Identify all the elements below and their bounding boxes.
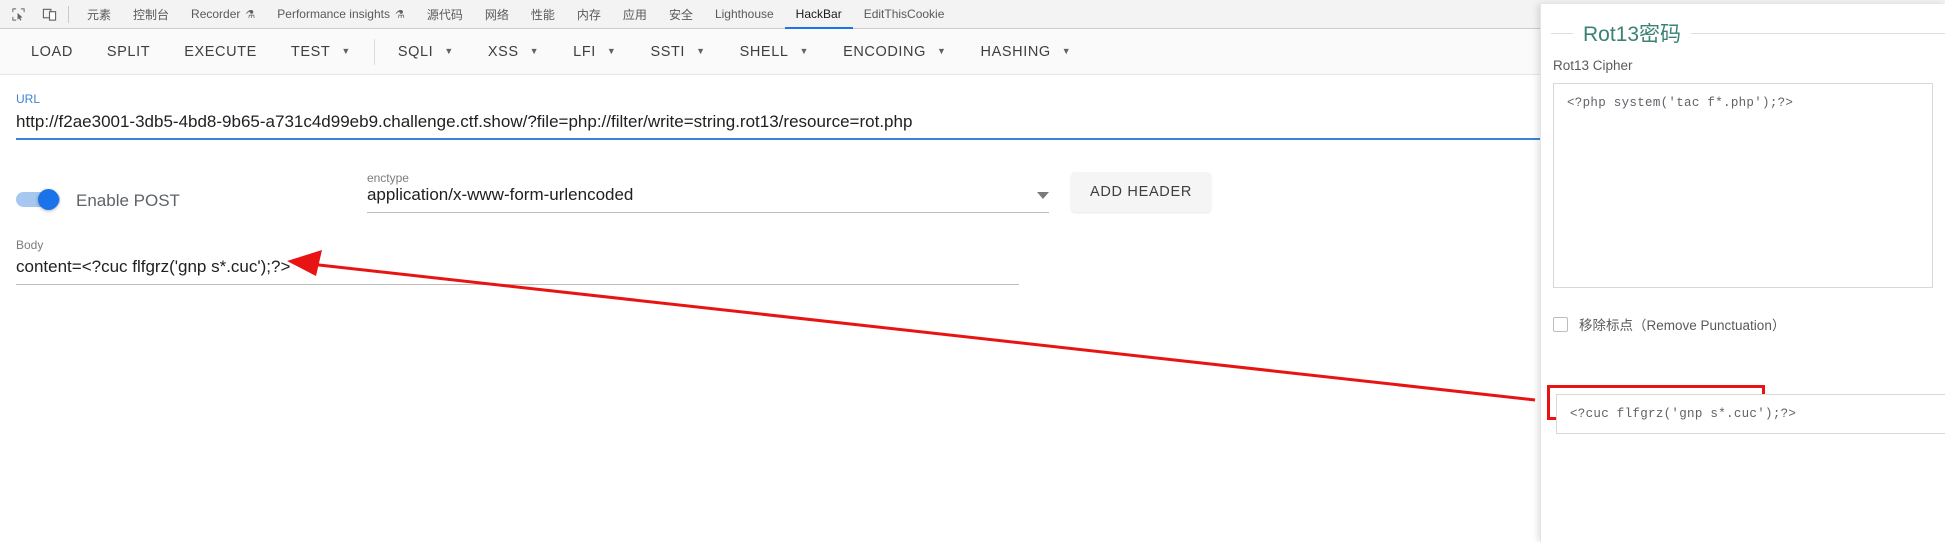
experiment-flask-icon: ⚗	[245, 8, 256, 21]
enctype-field-group: enctype application/x-www-form-urlencode…	[366, 171, 1049, 213]
hackbar-load-button[interactable]: LOAD	[14, 35, 90, 69]
chevron-down-icon: ▼	[606, 46, 617, 56]
devtools-tab-label: 应用	[622, 7, 647, 22]
hackbar-sqli-menu[interactable]: SQLI ▼	[381, 35, 471, 69]
devtools-tab-label: Recorder	[191, 7, 241, 21]
header-rule-left	[1551, 32, 1573, 34]
inspect-element-glyph	[11, 7, 25, 21]
rot13-panel-header: Rot13密码	[1541, 4, 1945, 48]
enctype-selected-value: application/x-www-form-urlencoded	[366, 185, 634, 204]
devtools-tab-label: 源代码	[426, 7, 463, 22]
remove-punctuation-label: 移除标点（Remove Punctuation）	[1579, 318, 1786, 333]
button-label: SPLIT	[106, 43, 151, 60]
chevron-down-icon: ▼	[696, 46, 706, 56]
button-label: SHELL	[739, 43, 789, 60]
experiment-flask-icon: ⚗	[394, 8, 405, 21]
button-label: ENCODING	[843, 43, 927, 60]
button-label: EXECUTE	[184, 43, 257, 60]
button-label: LFI	[573, 43, 596, 60]
remove-punctuation-checkbox[interactable]	[1553, 316, 1568, 332]
header-rule-right	[1691, 32, 1945, 34]
body-field-group: Body content=<?cuc flfgrz('gnp s*.cuc');…	[16, 238, 1019, 285]
enctype-select[interactable]: application/x-www-form-urlencoded	[367, 185, 1049, 205]
devtools-tab-label: Lighthouse	[714, 7, 774, 21]
hackbar-execute-button[interactable]: EXECUTE	[167, 35, 274, 69]
devtools-tab-label: EditThisCookie	[863, 7, 945, 21]
chevron-down-icon: ▼	[1061, 46, 1072, 56]
enable-post-toggle[interactable]	[16, 189, 64, 210]
devtools-tab-application[interactable]: 应用	[612, 0, 658, 29]
button-label: SQLI	[397, 43, 434, 60]
body-field-label: Body	[16, 238, 44, 252]
enable-post-label: Enable POST	[76, 191, 180, 210]
device-toolbar-icon[interactable]	[36, 2, 62, 27]
remove-punctuation-row[interactable]: 移除标点（Remove Punctuation）	[1541, 288, 1945, 334]
devtools-tab-performance[interactable]: 性能	[520, 0, 566, 29]
body-input[interactable]: content=<?cuc flfgrz('gnp s*.cuc');?>	[16, 252, 1019, 277]
toolbar-divider	[373, 38, 375, 65]
rot13-output-highlight-box: <?cuc flfgrz('gnp s*.cuc');?>	[1547, 385, 1945, 434]
rot13-output-textarea[interactable]: <?cuc flfgrz('gnp s*.cuc');?>	[1556, 394, 1945, 434]
devtools-tab-lighthouse[interactable]: Lighthouse	[704, 0, 785, 29]
devtools-tab-label: 元素	[87, 7, 112, 22]
hackbar-xss-menu[interactable]: XSS ▼	[471, 35, 556, 69]
chevron-down-icon: ▼	[341, 46, 351, 56]
button-label: SSTI	[650, 43, 686, 60]
devtools-tab-editthiscookie[interactable]: EditThisCookie	[853, 0, 956, 29]
rot13-cipher-panel: Rot13密码 Rot13 Cipher <?php system('tac f…	[1540, 4, 1945, 542]
add-header-button[interactable]: ADD HEADER	[1070, 172, 1212, 212]
hackbar-shell-menu[interactable]: SHELL ▼	[723, 35, 826, 69]
hackbar-hashing-menu[interactable]: HASHING ▼	[964, 35, 1089, 69]
hackbar-lfi-menu[interactable]: LFI ▼	[556, 35, 633, 69]
devtools-tab-performance-insights[interactable]: Performance insights ⚗	[266, 0, 416, 29]
inspect-element-icon[interactable]	[5, 2, 31, 27]
toggle-knob	[38, 189, 59, 210]
devtools-tab-label: 安全	[668, 7, 693, 22]
button-label: XSS	[487, 43, 519, 60]
toolbar-divider	[68, 5, 69, 23]
hackbar-split-button[interactable]: SPLIT	[90, 35, 167, 69]
button-label: HASHING	[980, 43, 1051, 60]
devtools-tab-network[interactable]: 网络	[474, 0, 520, 29]
rot13-panel-subtitle: Rot13 Cipher	[1553, 58, 1633, 73]
chevron-down-icon: ▼	[444, 46, 454, 56]
chevron-down-icon	[1036, 192, 1049, 199]
devtools-tab-sources[interactable]: 源代码	[416, 0, 474, 29]
hackbar-ssti-menu[interactable]: SSTI ▼	[633, 35, 722, 69]
devtools-tab-label: 控制台	[133, 7, 170, 22]
chevron-down-icon: ▼	[799, 46, 810, 56]
devtools-tab-elements[interactable]: 元素	[76, 0, 122, 29]
devtools-tab-label: 内存	[576, 7, 601, 22]
chevron-down-icon: ▼	[937, 46, 947, 56]
devtools-tab-security[interactable]: 安全	[658, 0, 704, 29]
enctype-field-label: enctype	[366, 171, 409, 185]
button-label: LOAD	[31, 43, 73, 60]
devtools-tab-console[interactable]: 控制台	[122, 0, 180, 29]
rot13-panel-title: Rot13密码	[1583, 23, 1682, 46]
rot13-input-textarea[interactable]: <?php system('tac f*.php');?>	[1553, 83, 1933, 288]
devtools-tab-label: 网络	[484, 7, 509, 22]
hackbar-encoding-menu[interactable]: ENCODING ▼	[826, 35, 963, 69]
button-label: TEST	[290, 43, 331, 60]
chevron-down-icon: ▼	[529, 46, 540, 56]
devtools-tab-memory[interactable]: 内存	[566, 0, 612, 29]
body-field-underline	[16, 284, 1019, 285]
devtools-tab-label: 性能	[530, 7, 555, 22]
device-toolbar-glyph	[42, 8, 56, 21]
devtools-tab-recorder[interactable]: Recorder ⚗	[180, 0, 266, 29]
hackbar-test-menu[interactable]: TEST ▼	[274, 35, 368, 69]
enctype-field-underline	[366, 212, 1049, 213]
devtools-tab-hackbar[interactable]: HackBar	[784, 0, 853, 29]
devtools-tab-label: HackBar	[795, 7, 842, 21]
devtools-tab-label: Performance insights	[277, 7, 390, 21]
